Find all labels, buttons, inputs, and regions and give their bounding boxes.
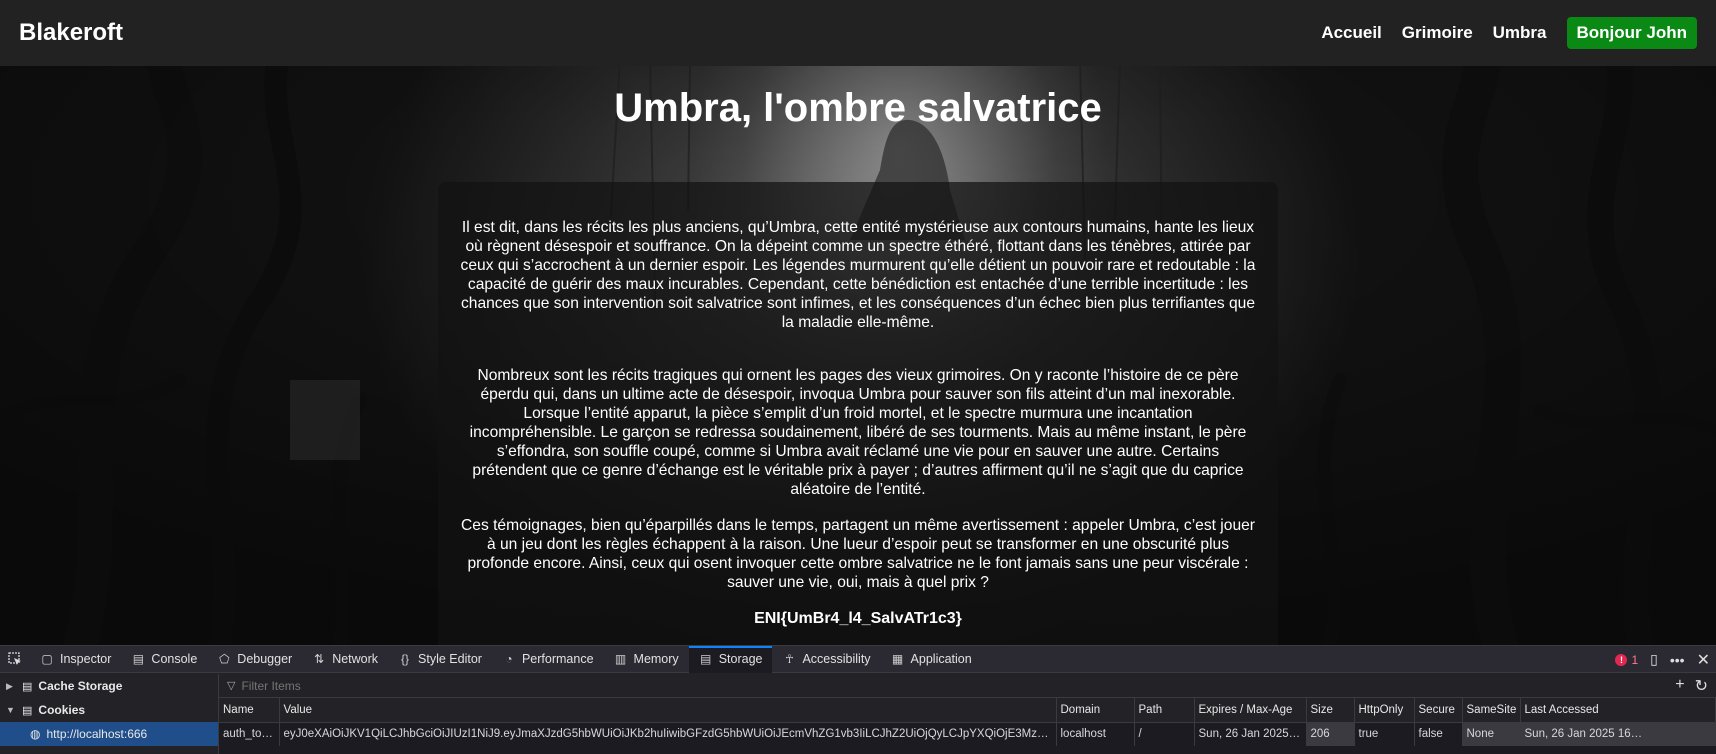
filter-actions: + ↻ — [1675, 676, 1716, 696]
tab-style-editor[interactable]: {} Style Editor — [388, 646, 492, 673]
column-header[interactable]: HttpOnly — [1354, 698, 1415, 723]
table-cell[interactable]: / — [1134, 722, 1195, 746]
tab-label: Console — [151, 652, 198, 666]
tab-label: Storage — [718, 652, 763, 666]
tab-label: Application — [910, 652, 972, 666]
table-cell[interactable]: true — [1354, 722, 1415, 746]
memory-icon: ▥ — [614, 652, 627, 666]
application-icon: ▦ — [891, 652, 904, 666]
tab-console[interactable]: ▤ Console — [121, 646, 207, 673]
nav-link-accueil[interactable]: Accueil — [1321, 23, 1381, 43]
tree-item-localhost[interactable]: ◍ http://localhost:666 — [0, 722, 218, 746]
tab-label: Accessibility — [802, 652, 871, 666]
cookies-icon: ▤ — [22, 704, 33, 717]
storage-tree: ▶ ▤ Cache Storage ▼ ▤ Cookies ◍ http://l… — [0, 674, 219, 754]
tab-label: Inspector — [60, 652, 112, 666]
filter-items-input[interactable] — [241, 678, 1670, 693]
site-brand[interactable]: Blakeroft — [19, 19, 123, 47]
nav-link-grimoire[interactable]: Grimoire — [1402, 23, 1473, 43]
tab-accessibility[interactable]: ☥ Accessibility — [772, 646, 880, 673]
table-cell[interactable]: false — [1414, 722, 1463, 746]
error-count-badge[interactable]: ! 1 — [1615, 653, 1638, 667]
story-card: Il est dit, dans les récits les plus anc… — [438, 182, 1278, 645]
column-header[interactable]: Expires / Max-Age — [1194, 698, 1307, 723]
column-header[interactable]: Domain — [1056, 698, 1135, 723]
story-paragraph-2: Nombreux sont les récits tragiques qui o… — [469, 367, 1247, 498]
devtools-panel: ▢ Inspector ▤ Console ⬠ Debugger ⇅ Network {} Sty… — [0, 645, 1716, 754]
tree-label-cache-storage: Cache Storage — [38, 679, 123, 693]
collapse-arrow-icon[interactable]: ▼ — [6, 705, 16, 715]
tab-label: Performance — [521, 652, 594, 666]
cookies-table: Name Value Domain Path Expires / Max-Age Size… — [219, 698, 1716, 746]
top-navbar: Blakeroft Accueil Grimoire Umbra Bonjour… — [0, 0, 1716, 66]
refresh-icon[interactable]: ↻ — [1695, 676, 1708, 696]
table-body: auth_token eyJ0eXAiOiJKV1QiLCJhbGciOiJIUz… — [219, 722, 1716, 746]
debugger-icon: ⬠ — [219, 652, 230, 666]
tab-label: Network — [332, 652, 379, 666]
page-title: Umbra, l'ombre salvatrice — [614, 86, 1102, 130]
table-row[interactable]: auth_token eyJ0eXAiOiJKV1QiLCJhbGciOiJIUz… — [219, 722, 1716, 746]
column-header[interactable]: Last Accessed — [1520, 698, 1716, 723]
tab-inspector[interactable]: ▢ Inspector — [30, 646, 121, 673]
table-cell[interactable]: None — [1462, 722, 1521, 746]
table-cell[interactable]: eyJ0eXAiOiJKV1QiLCJhbGciOiJIUzI1NiJ9.eyJ… — [279, 722, 1057, 746]
user-greeting-button[interactable]: Bonjour John — [1566, 17, 1697, 49]
tab-storage[interactable]: ▤ Storage — [688, 645, 773, 673]
devtools-toolbar-actions: ! 1 ▯ ••• ✕ — [1615, 646, 1710, 673]
devtools-tabs: ▢ Inspector ▤ Console ⬠ Debugger ⇅ Network {} Sty… — [30, 645, 982, 673]
expand-arrow-icon[interactable]: ▶ — [6, 681, 16, 692]
responsive-design-icon[interactable]: ▯ — [1650, 651, 1658, 668]
storage-icon: ▤ — [700, 652, 712, 666]
tree-item-cookies[interactable]: ▼ ▤ Cookies — [0, 698, 218, 722]
table-cell[interactable]: auth_token — [219, 722, 280, 746]
web-page: Blakeroft Accueil Grimoire Umbra Bonjour… — [0, 0, 1716, 645]
devtools-toolbar: ▢ Inspector ▤ Console ⬠ Debugger ⇅ Network {} Sty… — [0, 645, 1716, 673]
column-header[interactable]: Path — [1134, 698, 1195, 723]
column-header[interactable]: SameSite — [1462, 698, 1521, 723]
story-paragraph-1: Il est dit, dans les récits les plus anc… — [460, 219, 1256, 331]
table-cell[interactable]: Sun, 26 Jan 2025 16… — [1520, 722, 1716, 746]
table-cell[interactable]: 206 — [1306, 722, 1355, 746]
tab-label: Debugger — [237, 652, 293, 666]
column-header[interactable]: Size — [1306, 698, 1355, 723]
filter-bar: ▽ + ↻ — [219, 674, 1716, 698]
storage-panel: ▶ ▤ Cache Storage ▼ ▤ Cookies ◍ http://l… — [0, 674, 1716, 754]
flag-text: ENI{UmBr4_l4_SalvATr1c3} — [754, 610, 962, 627]
tab-performance[interactable]: ◔ Performance — [492, 646, 604, 673]
cookies-table-area: ▽ + ↻ NameValueDomainPathExpires / Max-A… — [219, 674, 1716, 754]
filter-icon: ▽ — [227, 680, 236, 692]
table-header-row: Name Value Domain Path Expires / Max-Age Size… — [219, 698, 1716, 723]
column-header[interactable]: Name — [219, 698, 280, 723]
error-count: 1 — [1631, 652, 1639, 667]
network-icon: ⇅ — [314, 652, 325, 666]
tree-item-cache-storage[interactable]: ▶ ▤ Cache Storage — [0, 674, 218, 698]
column-header[interactable]: Value — [279, 698, 1057, 723]
tab-debugger[interactable]: ⬠ Debugger — [207, 646, 302, 673]
accessibility-icon: ☥ — [784, 652, 794, 666]
column-header[interactable]: Secure — [1414, 698, 1463, 723]
table-cell[interactable]: localhost — [1056, 722, 1135, 746]
tab-label: Style Editor — [418, 652, 482, 666]
table-cell[interactable]: Sun, 26 Jan 2025 16… — [1194, 722, 1307, 746]
cache-storage-icon: ▤ — [22, 680, 33, 693]
performance-icon: ◔ — [505, 652, 513, 666]
console-icon: ▤ — [132, 652, 145, 666]
error-icon: ! — [1615, 653, 1628, 666]
close-devtools-icon[interactable]: ✕ — [1697, 650, 1710, 670]
tab-network[interactable]: ⇅ Network — [302, 646, 388, 673]
nav-link-umbra[interactable]: Umbra — [1493, 23, 1547, 43]
tab-label: Memory — [633, 652, 679, 666]
element-picker-icon[interactable] — [0, 646, 30, 673]
story-paragraph-3: Ces témoignages, bien qu’éparpillés dans… — [461, 517, 1255, 591]
add-cookie-icon[interactable]: + — [1675, 676, 1684, 696]
tab-memory[interactable]: ▥ Memory — [604, 646, 689, 673]
nav-links: Accueil Grimoire Umbra Bonjour John — [1321, 17, 1697, 49]
tree-label-host: http://localhost:666 — [46, 727, 148, 741]
more-options-icon[interactable]: ••• — [1670, 652, 1685, 668]
style-editor-icon: {} — [401, 652, 410, 666]
globe-icon: ◍ — [30, 727, 41, 741]
tree-label-cookies: Cookies — [38, 703, 86, 717]
tab-application[interactable]: ▦ Application — [881, 646, 982, 673]
inspector-icon: ▢ — [41, 652, 53, 666]
